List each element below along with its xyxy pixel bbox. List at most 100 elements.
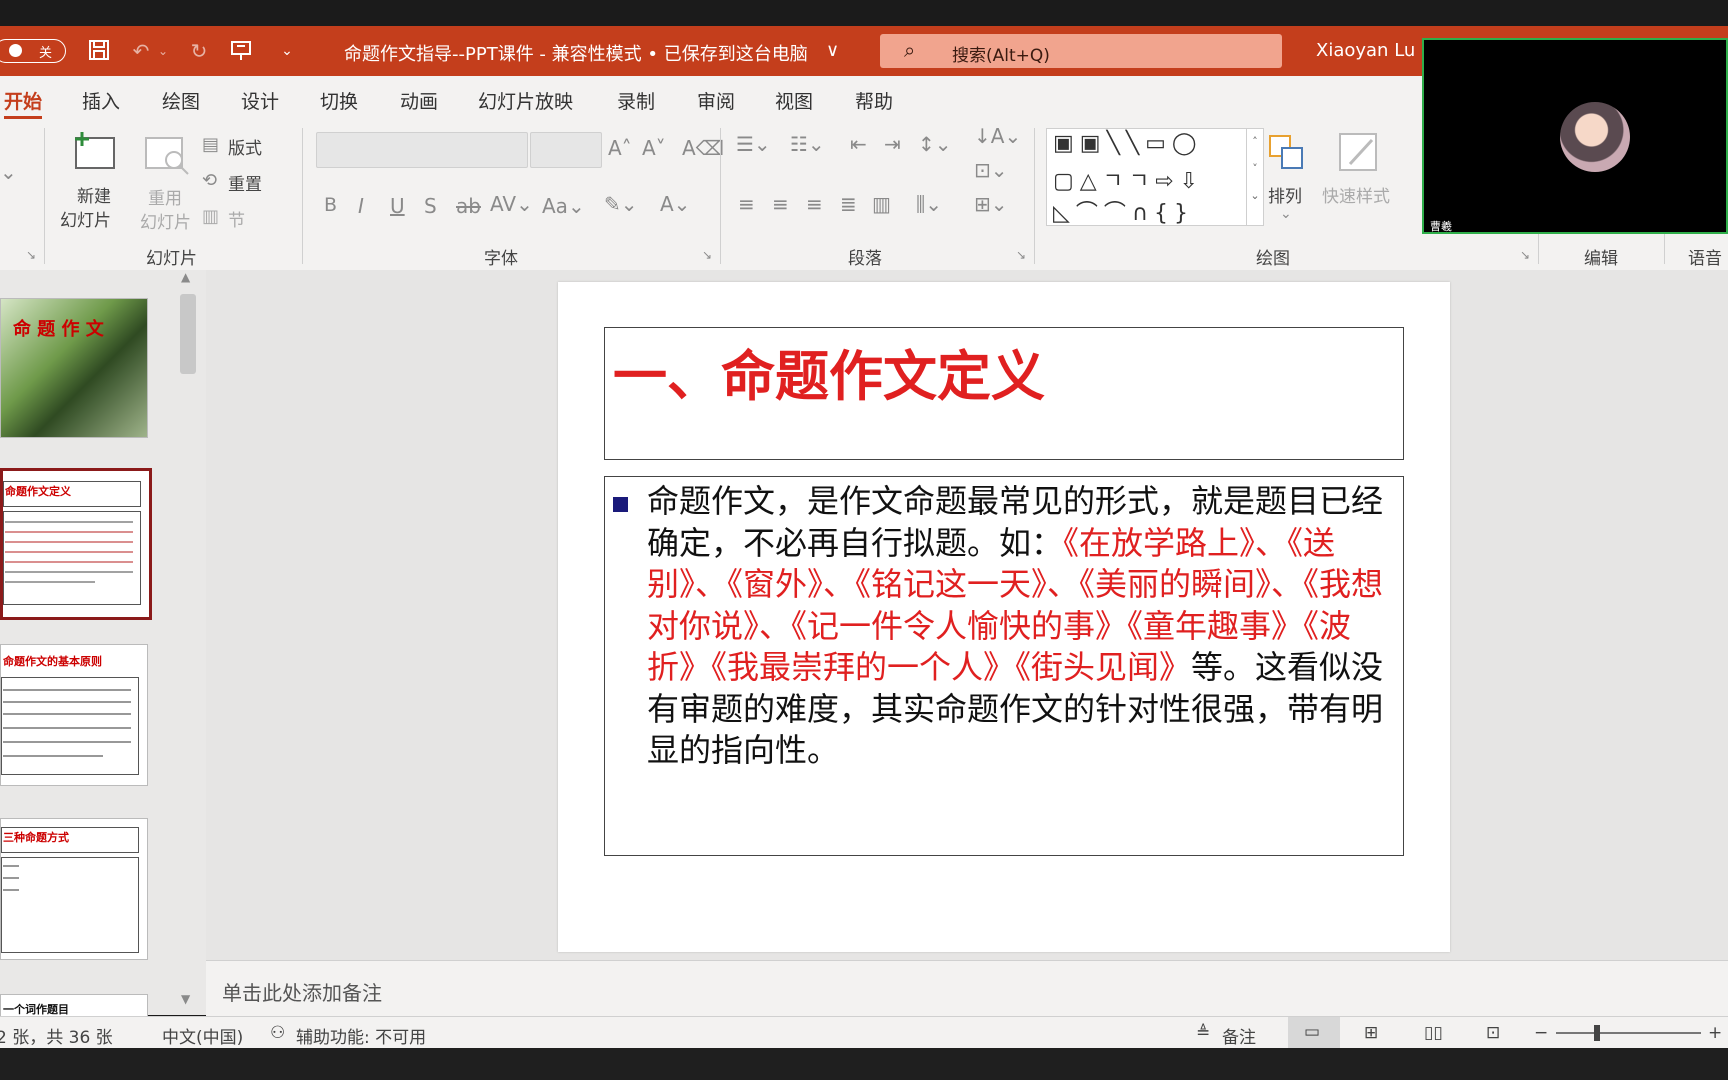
language-indicator[interactable]: 中文(中国) — [162, 1023, 243, 1048]
new-slide-label-1[interactable]: 新建 — [77, 182, 111, 207]
customize-qat-icon[interactable]: ⌄ — [274, 38, 300, 64]
shadow-icon[interactable]: S — [424, 194, 437, 218]
new-slide-label-2[interactable]: 幻灯片 — [60, 206, 111, 231]
separator — [720, 128, 721, 264]
align-right-icon[interactable]: ≡ — [806, 192, 823, 216]
tab-draw[interactable]: 绘图 — [162, 87, 200, 114]
new-slide-icon[interactable] — [70, 130, 120, 174]
arrange-icon[interactable] — [1264, 130, 1310, 176]
decrease-font-icon[interactable]: A˅ — [642, 136, 666, 160]
section-icon: ▥ — [202, 206, 220, 227]
italic-icon[interactable]: I — [358, 194, 364, 218]
tab-review[interactable]: 审阅 — [697, 87, 735, 114]
notes-button[interactable]: 备注 — [1222, 1023, 1256, 1048]
font-color-icon[interactable]: A⌄ — [660, 192, 690, 216]
slide-thumbnail-3[interactable]: 命题作文的基本原则 — [0, 644, 148, 786]
numbering-icon[interactable]: ☷⌄ — [790, 132, 825, 156]
font-dialog-icon[interactable]: ↘ — [702, 248, 712, 262]
tab-design[interactable]: 设计 — [241, 87, 279, 114]
accessibility-icon[interactable]: ⚇ — [270, 1023, 285, 1043]
zoom-slider-thumb[interactable] — [1594, 1025, 1600, 1041]
drawing-dialog-icon[interactable]: ↘ — [1520, 248, 1530, 262]
zoom-slider-track[interactable] — [1556, 1032, 1701, 1034]
user-name[interactable]: Xiaoyan Lu — [1316, 40, 1415, 61]
present-from-start-icon[interactable] — [228, 38, 254, 64]
slide-body-placeholder[interactable]: 命题作文，是作文命题最常见的形式，就是题目已经确定，不必再自行拟题。如：《在放学… — [604, 476, 1404, 856]
slide-thumbnail-4[interactable]: 三种命题方式 — [0, 818, 148, 960]
columns-icon[interactable]: ⫼⌄ — [916, 192, 942, 216]
quick-styles-button[interactable]: 快速样式 — [1322, 182, 1390, 207]
decrease-indent-icon[interactable]: ⇤ — [850, 132, 867, 156]
zoom-out-icon[interactable]: − — [1534, 1023, 1548, 1043]
tab-help[interactable]: 帮助 — [855, 87, 893, 114]
font-name-combobox[interactable] — [316, 132, 528, 168]
font-size-combobox[interactable] — [530, 132, 602, 168]
search-box[interactable]: ⌕ 搜索(Alt+Q) — [880, 34, 1282, 68]
line-spacing-icon[interactable]: ↕⌄ — [918, 132, 952, 156]
reuse-slides-icon[interactable] — [144, 134, 192, 176]
autosave-toggle[interactable]: 关 — [0, 39, 66, 63]
text-direction-icon[interactable]: ↓A⌄ — [974, 124, 1021, 148]
slideshow-view-icon[interactable]: ⊡ — [1486, 1023, 1500, 1043]
slide-thumbnail-1[interactable]: 命 题 作 文 — [0, 298, 148, 438]
justify-icon[interactable]: ≣ — [840, 192, 857, 216]
tab-record[interactable]: 录制 — [617, 87, 655, 114]
slide-sorter-icon[interactable]: ⊞ — [1364, 1023, 1378, 1043]
title-chevron-icon[interactable]: ∨ — [826, 40, 839, 61]
tab-insert[interactable]: 插入 — [82, 87, 120, 114]
scrollbar-thumb[interactable] — [180, 294, 196, 374]
reset-button[interactable]: 重置 — [228, 170, 262, 195]
align-center-icon[interactable]: ≡ — [772, 192, 789, 216]
thumbnail-scrollbar[interactable]: ▲ ▼ — [176, 270, 200, 1015]
clear-formatting-icon[interactable]: A⌫ — [682, 136, 724, 160]
arrange-button[interactable]: 排列 — [1268, 182, 1302, 207]
tab-home[interactable]: 开始 — [4, 87, 42, 114]
section-button[interactable]: 节 — [228, 206, 245, 231]
bullets-icon[interactable]: ☰⌄ — [736, 132, 771, 156]
smartart-icon[interactable]: ⊞⌄ — [974, 192, 1008, 216]
align-text-icon[interactable]: ⊡⌄ — [974, 158, 1008, 182]
increase-font-icon[interactable]: A˄ — [608, 136, 632, 160]
change-case-icon[interactable]: Aa⌄ — [542, 194, 585, 218]
thumb-line — [3, 713, 131, 715]
highlight-icon[interactable]: ✎⌄ — [604, 192, 638, 216]
reading-view-icon[interactable]: ▯▯ — [1424, 1023, 1443, 1043]
increase-indent-icon[interactable]: ⇥ — [884, 132, 901, 156]
tab-slideshow[interactable]: 幻灯片放映 — [478, 87, 573, 114]
slide-thumbnail-2[interactable]: 命题作文定义 — [0, 468, 152, 620]
shapes-gallery[interactable]: ▣▣╲╲▭◯ ▢△ㄱㄱ⇨⇩ ◺⌒⌒∩{} — [1046, 128, 1248, 226]
thumb-line — [3, 701, 131, 703]
character-spacing-icon[interactable]: AV⌄ — [490, 192, 533, 216]
zoom-in-icon[interactable]: + — [1708, 1023, 1722, 1043]
bold-icon[interactable]: B — [324, 194, 337, 216]
undo-dropdown-icon[interactable]: ⌄ — [150, 38, 176, 64]
strikethrough-icon[interactable]: ab — [456, 194, 481, 218]
quick-styles-icon[interactable] — [1336, 130, 1382, 176]
clipboard-icon[interactable]: ⌄ — [0, 160, 17, 184]
slide-title-placeholder[interactable]: 一、命题作文定义 — [604, 327, 1404, 460]
save-icon[interactable] — [86, 38, 112, 64]
tab-view[interactable]: 视图 — [775, 87, 813, 114]
scroll-down-icon[interactable]: ▼ — [181, 992, 190, 1006]
distributed-icon[interactable]: ▥ — [872, 192, 891, 216]
video-call-tile[interactable]: 曹羲 — [1422, 38, 1728, 234]
notes-icon[interactable]: ≜ — [1196, 1023, 1210, 1043]
current-slide[interactable]: 一、命题作文定义 命题作文，是作文命题最常见的形式，就是题目已经确定，不必再自行… — [558, 282, 1450, 952]
accessibility-status[interactable]: 辅助功能: 不可用 — [296, 1023, 426, 1048]
align-left-icon[interactable]: ≡ — [738, 192, 755, 216]
dialog-launcher-icon[interactable]: ↘ — [26, 248, 36, 262]
tab-animations[interactable]: 动画 — [400, 87, 438, 114]
paragraph-dialog-icon[interactable]: ↘ — [1016, 248, 1026, 262]
normal-view-button[interactable]: ▭ — [1288, 1017, 1340, 1049]
notes-pane[interactable]: 单击此处添加备注 — [206, 960, 1728, 1017]
shapes-gallery-scroll[interactable]: ˄ ˅ ⌄ — [1246, 128, 1264, 226]
underline-icon[interactable]: U — [390, 194, 405, 218]
reuse-label-2[interactable]: 幻灯片 — [140, 208, 191, 233]
arrange-dropdown-icon[interactable]: ⌄ — [1280, 206, 1292, 222]
layout-button[interactable]: 版式 — [228, 134, 262, 159]
tab-transitions[interactable]: 切换 — [320, 87, 358, 114]
redo-icon[interactable]: ↻ — [186, 38, 212, 64]
scroll-up-icon[interactable]: ▲ — [181, 270, 190, 284]
reuse-label-1[interactable]: 重用 — [148, 184, 182, 209]
thumb-3-body-box — [1, 677, 139, 775]
